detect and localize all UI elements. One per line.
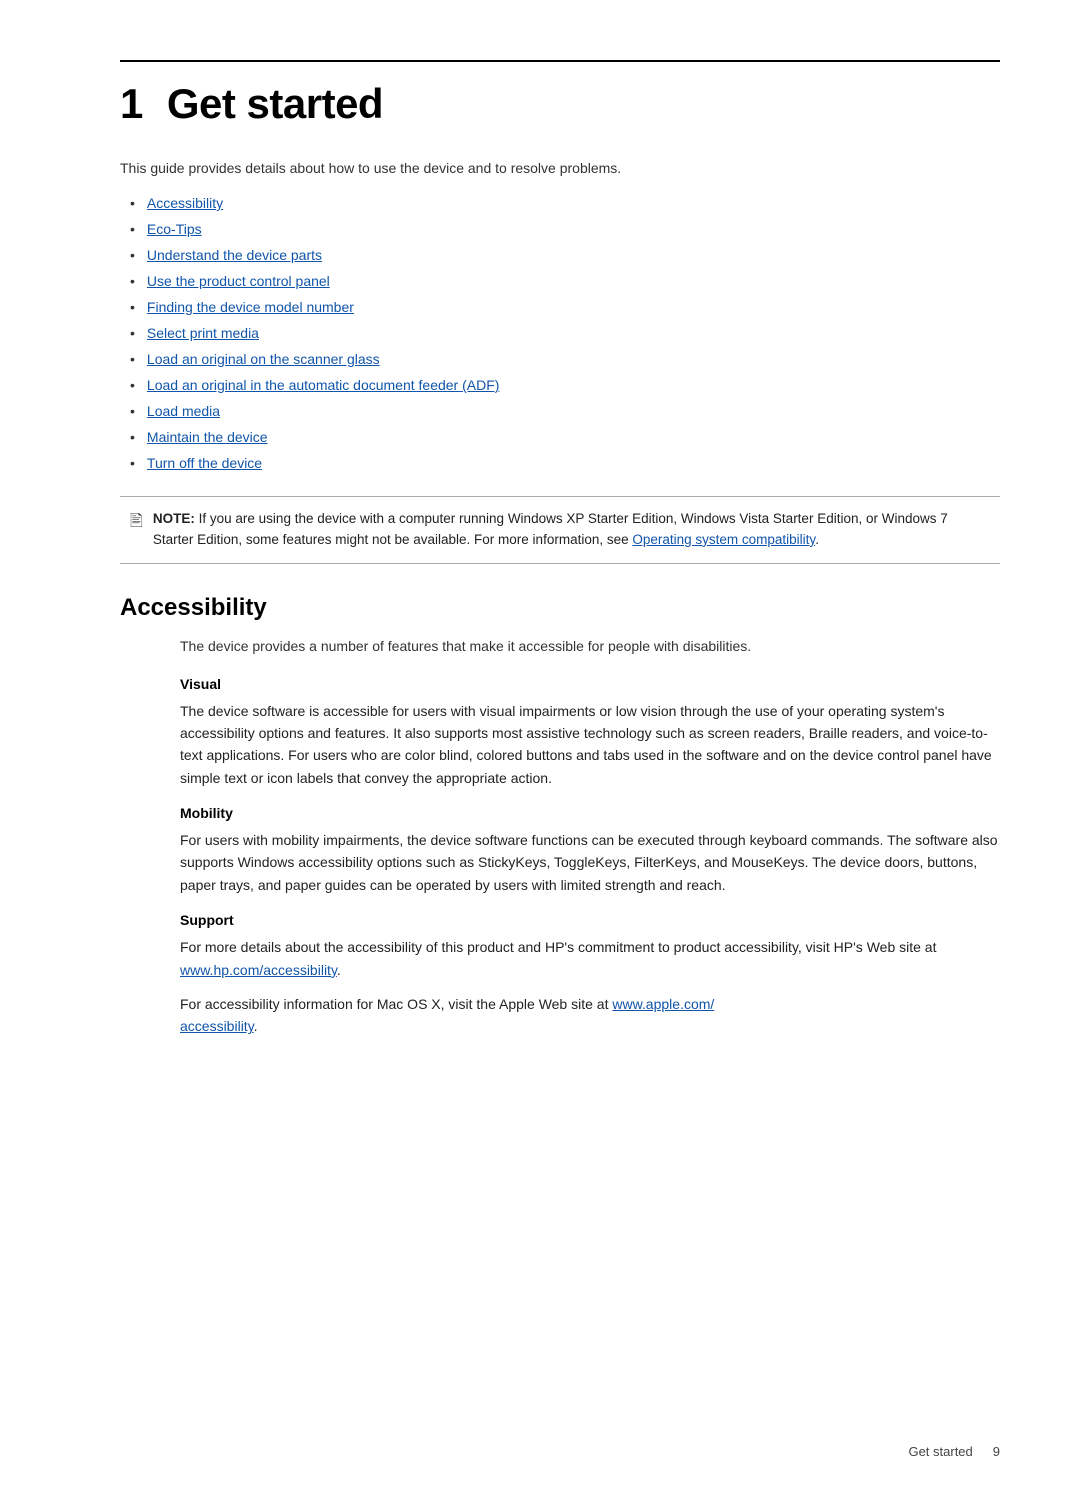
chapter-intro: This guide provides details about how to… [120,158,1000,179]
support-body-1: For more details about the accessibility… [180,936,1000,981]
list-item: Understand the device parts [130,245,1000,266]
toc-link-adf[interactable]: Load an original in the automatic docume… [147,375,500,396]
footer-page-number: 9 [993,1444,1000,1459]
list-item: Load media [130,401,1000,422]
list-item: Turn off the device [130,453,1000,474]
support-text-1-end: . [337,962,341,978]
chapter-title: 1Get started [120,60,1000,128]
note-body: If you are using the device with a compu… [153,511,948,547]
note-icon: 🖹 [130,510,143,537]
toc-link-eco-tips[interactable]: Eco-Tips [147,219,202,240]
list-item: Load an original on the scanner glass [130,349,1000,370]
support-text-2-end: . [254,1018,258,1034]
list-item: Load an original in the automatic docume… [130,375,1000,396]
support-text-2: For accessibility information for Mac OS… [180,996,612,1012]
list-item: Finding the device model number [130,297,1000,318]
visual-body: The device software is accessible for us… [180,700,1000,790]
note-box: 🖹 NOTE: If you are using the device with… [120,496,1000,564]
accessibility-intro: The device provides a number of features… [180,636,1000,658]
toc-link-load-media[interactable]: Load media [147,401,220,422]
toc-link-turn-off[interactable]: Turn off the device [147,453,262,474]
toc-list: Accessibility Eco-Tips Understand the de… [130,193,1000,474]
os-compat-link[interactable]: Operating system compatibility [632,532,815,547]
hp-accessibility-link[interactable]: www.hp.com/accessibility [180,962,337,978]
toc-link-control-panel[interactable]: Use the product control panel [147,271,330,292]
list-item: Use the product control panel [130,271,1000,292]
page-footer: Get started 9 [908,1444,1000,1459]
chapter-number: 1 [120,80,143,127]
toc-link-maintain[interactable]: Maintain the device [147,427,268,448]
list-item: Select print media [130,323,1000,344]
toc-link-print-media[interactable]: Select print media [147,323,259,344]
list-item: Accessibility [130,193,1000,214]
toc-link-device-parts[interactable]: Understand the device parts [147,245,322,266]
list-item: Eco-Tips [130,219,1000,240]
support-body-2: For accessibility information for Mac OS… [180,993,1000,1038]
toc-link-accessibility[interactable]: Accessibility [147,193,223,214]
toc-link-scanner-glass[interactable]: Load an original on the scanner glass [147,349,380,370]
accessibility-heading: Accessibility [120,594,1000,622]
footer-section-label: Get started [908,1444,972,1459]
mobility-heading: Mobility [180,805,1000,821]
toc-link-model-number[interactable]: Finding the device model number [147,297,354,318]
mobility-body: For users with mobility impairments, the… [180,829,1000,896]
support-heading: Support [180,912,1000,928]
note-text: NOTE: If you are using the device with a… [153,509,990,551]
note-label: NOTE: [153,511,195,526]
list-item: Maintain the device [130,427,1000,448]
accessibility-section: Accessibility The device provides a numb… [120,594,1000,1038]
support-text-1: For more details about the accessibility… [180,939,936,955]
visual-heading: Visual [180,676,1000,692]
